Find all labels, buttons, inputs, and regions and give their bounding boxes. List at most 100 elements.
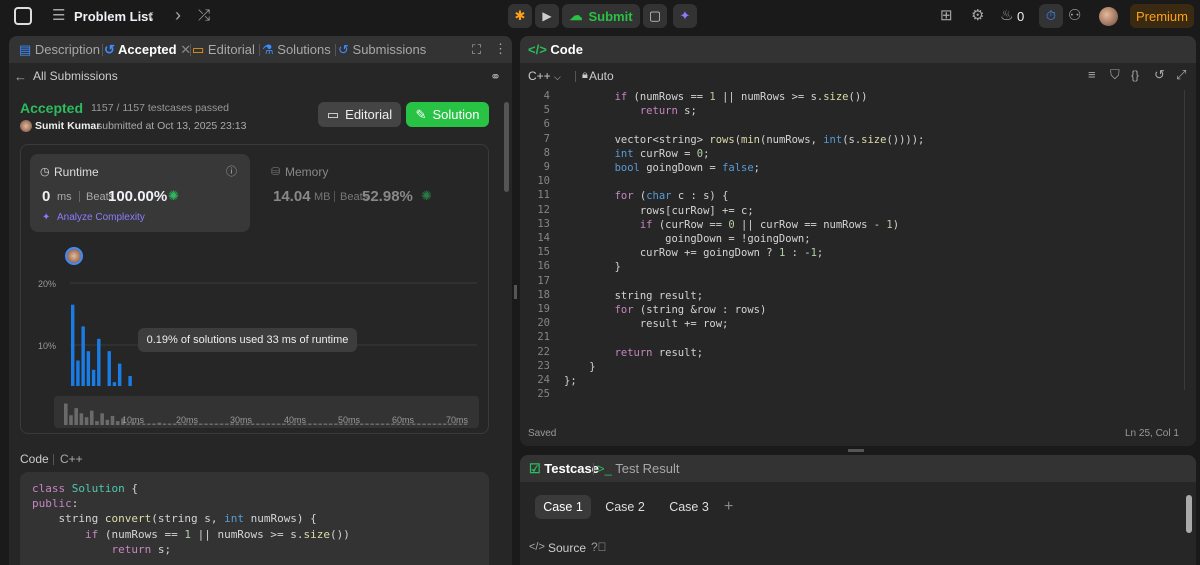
link-icon[interactable]: ⚭ bbox=[490, 69, 501, 85]
tab-solutions[interactable]: ⚗ Solutions bbox=[262, 42, 331, 58]
runtime-range-slider[interactable]: 10ms 20ms 30ms 40ms 50ms 60ms 70ms bbox=[54, 396, 479, 428]
runtime-card[interactable]: ◷ Runtime ⓘ 0 ms Beats 100.00% ✺ ✦ Analy… bbox=[30, 154, 250, 232]
code-text: } bbox=[564, 261, 621, 274]
tab-testcase[interactable]: ☑ Testcase bbox=[529, 461, 599, 477]
format-icon[interactable]: ≡ bbox=[1088, 67, 1096, 83]
case-1-tab[interactable]: Case 1 bbox=[535, 495, 591, 519]
minimap-bar bbox=[271, 423, 276, 425]
code-text: goingDown = !goingDown; bbox=[564, 233, 811, 245]
minimap-bar bbox=[167, 423, 172, 425]
editor-line: 7 vector<string> rows(min(numRows, int(s… bbox=[520, 133, 1180, 147]
minimap-bar bbox=[79, 413, 84, 425]
code-text: if (curRow == 0 || curRow == numRows - 1… bbox=[639, 218, 900, 231]
code-area[interactable]: 4 if (numRows == 1 || numRows >= s.size(… bbox=[520, 90, 1180, 420]
bug-icon: ✺ bbox=[421, 188, 432, 203]
fullscreen-icon[interactable]: ⤢ bbox=[1176, 67, 1186, 83]
line-number: 10 bbox=[537, 175, 550, 188]
braces-icon[interactable]: {} bbox=[1131, 67, 1139, 83]
shuffle-icon[interactable]: ⤮ bbox=[198, 8, 210, 24]
run-button[interactable]: ▶ bbox=[535, 4, 559, 28]
more-icon[interactable]: ⋮ bbox=[494, 41, 507, 57]
ai-button[interactable]: ✦ bbox=[673, 4, 697, 28]
chevron-down-icon: ⌵ bbox=[554, 72, 561, 82]
editorial-button[interactable]: ▭ Editorial bbox=[318, 102, 401, 127]
reset-icon[interactable]: ↺ bbox=[1154, 67, 1165, 83]
leetcode-logo[interactable] bbox=[14, 7, 32, 25]
editor-scrollbar[interactable] bbox=[1184, 90, 1185, 390]
editor-line: 16 } bbox=[520, 260, 1180, 274]
debug-button[interactable]: ✱ bbox=[508, 4, 532, 28]
minimap-bar bbox=[157, 422, 162, 425]
timer-button[interactable]: ⏱ bbox=[1039, 4, 1063, 28]
description-icon: ▤ bbox=[19, 42, 32, 57]
tab-test-result[interactable]: >_ Test Result bbox=[597, 461, 680, 476]
code-line: return s; bbox=[111, 543, 172, 556]
minimap-bar bbox=[385, 423, 390, 425]
info-icon[interactable]: ⓘ bbox=[226, 163, 237, 179]
tab-description[interactable]: ▤ Description bbox=[19, 42, 100, 58]
submitter-name[interactable]: Sumit Kumar bbox=[35, 120, 100, 132]
tab-editorial[interactable]: ▭ Editorial bbox=[192, 42, 255, 58]
submit-button[interactable]: ☁ Submit bbox=[562, 4, 640, 28]
minimap-bar bbox=[64, 403, 68, 425]
memory-label: Memory bbox=[285, 165, 329, 179]
checkbox-icon: ☑ bbox=[529, 461, 541, 476]
book-icon: ▭ bbox=[326, 106, 340, 122]
lock-icon: 🔒︎ bbox=[582, 69, 588, 81]
panel-resize-handle-horizontal[interactable] bbox=[848, 449, 864, 452]
tab-code[interactable]: </> Code bbox=[528, 42, 583, 57]
list-icon[interactable]: ☰ bbox=[52, 8, 65, 24]
solution-button[interactable]: ✎ Solution bbox=[406, 102, 489, 127]
settings-icon[interactable]: ⚙ bbox=[971, 8, 984, 24]
code-editor-panel: </> Code C++ ⌵ 🔒︎ Auto ≡ ⛉ {} ↺ ⤢ 4 if (… bbox=[520, 36, 1196, 446]
language-select[interactable]: C++ ⌵ bbox=[528, 69, 561, 83]
tab-divider bbox=[102, 44, 103, 56]
minimap-bar bbox=[261, 423, 265, 425]
tab-divider bbox=[190, 44, 191, 56]
editor-line: 14 goingDown = !goingDown; bbox=[520, 232, 1180, 246]
line-number: 20 bbox=[537, 317, 550, 330]
case-2-tab[interactable]: Case 2 bbox=[597, 495, 653, 519]
minimap-bar bbox=[318, 423, 323, 425]
next-problem-icon[interactable]: › bbox=[175, 6, 181, 24]
back-arrow-icon[interactable]: ← bbox=[14, 69, 27, 85]
problem-list-link[interactable]: Problem List bbox=[74, 9, 153, 24]
tab-accepted[interactable]: ↺ Accepted ✕ bbox=[104, 42, 191, 58]
test-scrollbar[interactable] bbox=[1186, 495, 1192, 533]
minimap-bar bbox=[276, 423, 281, 425]
tab-divider bbox=[335, 44, 336, 56]
scrollbar[interactable] bbox=[504, 102, 509, 192]
chart-bar bbox=[112, 382, 117, 386]
all-submissions-link[interactable]: All Submissions bbox=[33, 69, 118, 83]
left-tab-bar: ▤ Description ↺ Accepted ✕ ▭ Editorial ⚗… bbox=[9, 36, 512, 63]
panel-resize-handle[interactable] bbox=[514, 285, 517, 299]
analyze-complexity-link[interactable]: Analyze Complexity bbox=[57, 212, 145, 223]
auto-label[interactable]: Auto bbox=[589, 69, 614, 83]
source-link[interactable]: Source bbox=[548, 541, 586, 555]
divider bbox=[334, 191, 335, 202]
expand-icon[interactable]: ⛶ bbox=[472, 42, 481, 58]
bookmark-icon[interactable]: ⛉ bbox=[1110, 67, 1120, 83]
memory-beats-value: 52.98% bbox=[362, 188, 413, 205]
add-friend-icon[interactable]: ⚇ bbox=[1068, 8, 1081, 24]
minimap-bar bbox=[199, 423, 203, 425]
chart-bar bbox=[76, 360, 80, 386]
layout-icon[interactable]: ⊞ bbox=[940, 8, 953, 24]
tab-submissions[interactable]: ↺ Submissions bbox=[338, 42, 426, 58]
minimap-bar bbox=[437, 423, 442, 425]
code-text: string result; bbox=[564, 289, 704, 302]
runtime-distribution-chart[interactable]: 20%10%0%10ms20ms30ms40ms50ms60ms70ms bbox=[30, 236, 480, 386]
case-3-tab[interactable]: Case 3 bbox=[661, 495, 717, 519]
minimap-bar bbox=[328, 423, 333, 425]
premium-button[interactable]: Premium bbox=[1130, 4, 1194, 28]
memory-card[interactable]: ⛁ Memory 14.04 MB Beats 52.98% ✺ bbox=[263, 154, 483, 232]
streak-fire-icon[interactable]: ♨ bbox=[1000, 8, 1013, 24]
help-icon[interactable]: ?⃝ bbox=[591, 540, 607, 554]
notes-button[interactable]: ▢ bbox=[643, 4, 667, 28]
add-case-icon[interactable]: + bbox=[724, 498, 733, 516]
code-text: rows[curRow] += c; bbox=[564, 204, 754, 217]
code-label: Code bbox=[20, 452, 49, 466]
line-number: 13 bbox=[537, 217, 550, 230]
prev-problem-icon[interactable]: ‹ bbox=[148, 6, 154, 24]
avatar[interactable] bbox=[1099, 7, 1118, 26]
